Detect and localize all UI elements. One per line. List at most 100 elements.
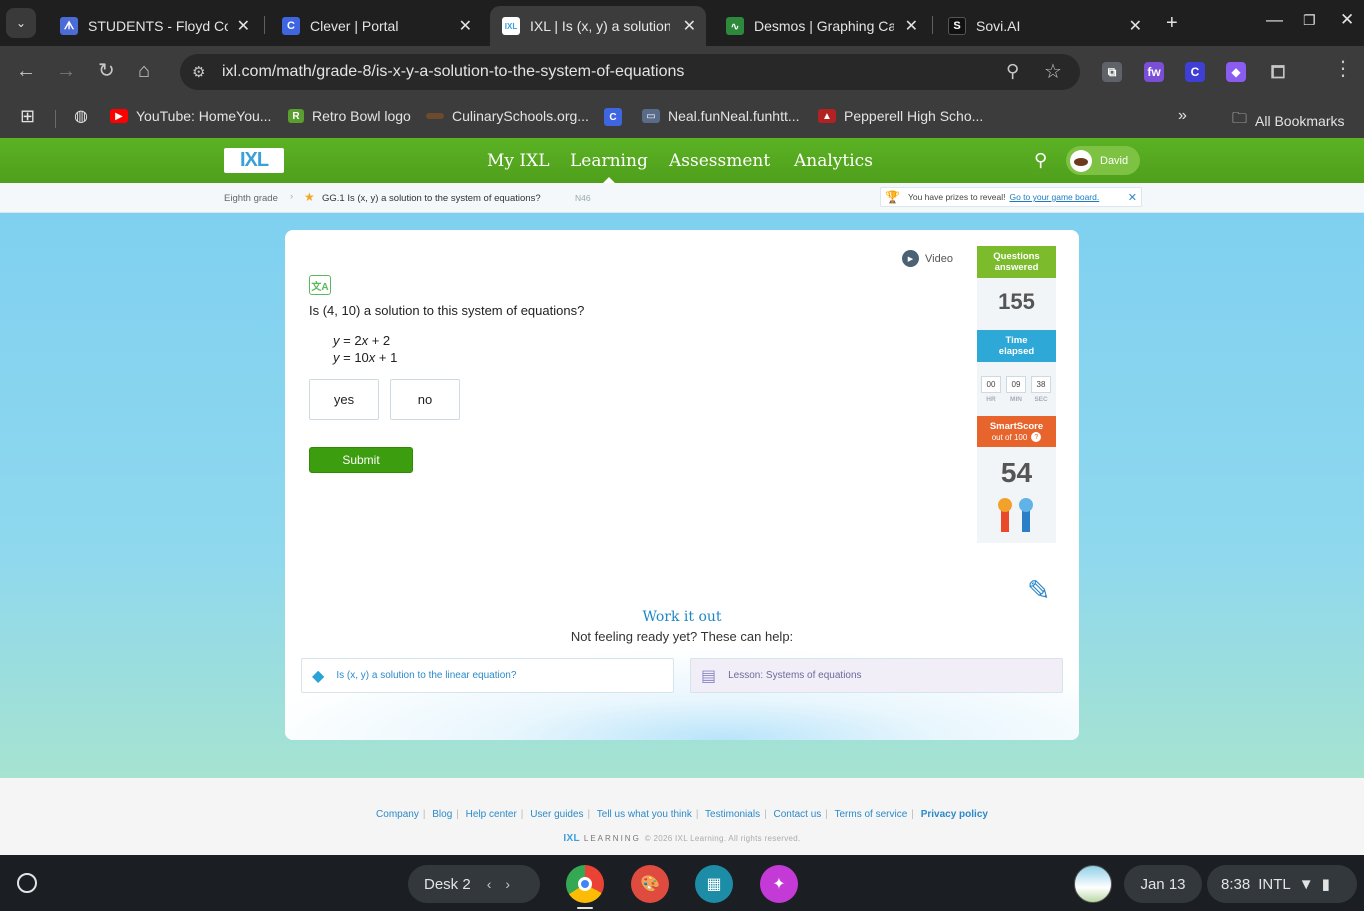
video-button[interactable]: ▶ Video — [902, 250, 953, 267]
address-bar[interactable]: ⚙ ixl.com/math/grade-8/is-x-y-a-solution… — [180, 54, 1080, 90]
url-text[interactable]: ixl.com/math/grade-8/is-x-y-a-solution-t… — [222, 63, 684, 81]
equation-variable: x — [361, 333, 369, 348]
user-name: David — [1100, 154, 1129, 167]
user-menu[interactable]: David — [1066, 146, 1140, 175]
clever-icon: C — [604, 108, 622, 126]
help-link-label: Lesson: Systems of equations — [728, 670, 862, 681]
footer-link[interactable]: Company — [376, 809, 419, 820]
translate-icon[interactable]: 文A — [309, 275, 331, 295]
all-bookmarks-button[interactable]: 🗀 All Bookmarks — [1232, 108, 1344, 133]
tab-students[interactable]: ᗑ STUDENTS - Floyd Cou ✕ — [48, 6, 260, 46]
submit-button[interactable]: Submit — [309, 447, 413, 473]
tab-clever[interactable]: C Clever | Portal ✕ — [270, 6, 482, 46]
restore-button[interactable]: ❐ — [1303, 12, 1316, 29]
close-icon[interactable]: ✕ — [1128, 191, 1137, 204]
chevron-right-icon: › — [290, 191, 294, 202]
footer-separator: | — [520, 809, 524, 820]
footer-link[interactable]: Tell us what you think — [597, 809, 692, 820]
help-icon[interactable]: ? — [1031, 432, 1042, 442]
back-icon[interactable]: ← — [16, 60, 36, 82]
breadcrumb-skill: GG.1 Is (x, y) a solution to the system … — [322, 193, 541, 204]
close-icon[interactable]: ✕ — [459, 16, 472, 36]
tab-title: Desmos | Graphing Cal — [754, 18, 894, 34]
bookmark-star-icon[interactable]: ☆ — [1044, 59, 1062, 84]
profile-avatar[interactable] — [1074, 865, 1112, 903]
site-info-icon[interactable]: ⚙ — [192, 63, 205, 81]
bookmark-neal-fun[interactable]: ▭ Neal.funNeal.funhtt... — [642, 108, 800, 124]
equation-coefficient: 2 — [354, 333, 362, 348]
close-icon[interactable]: ✕ — [683, 16, 696, 36]
sparkle-app-icon[interactable]: ✦ — [760, 865, 798, 903]
chevron-double-right-icon[interactable]: » — [1178, 107, 1187, 125]
answer-no-button[interactable]: no — [390, 379, 460, 420]
footer-link-privacy[interactable]: Privacy policy — [921, 809, 988, 820]
extension-icon[interactable]: fw — [1144, 62, 1164, 82]
bookmark-label: Neal.funNeal.funhtt... — [668, 108, 800, 124]
chrome-icon[interactable] — [566, 865, 604, 903]
footer-link[interactable]: Help center — [466, 809, 517, 820]
new-tab-button[interactable]: + — [1166, 12, 1178, 35]
nav-my-ixl[interactable]: My IXL — [487, 151, 550, 171]
game-board-link[interactable]: Go to your game board. — [1009, 192, 1099, 202]
breadcrumb-grade[interactable]: Eighth grade — [224, 193, 278, 204]
bookmark-youtube[interactable]: ▶ YouTube: HomeYou... — [110, 108, 271, 124]
globe-icon[interactable]: ◍ — [74, 106, 88, 126]
trophy-icon: 🏆 — [885, 190, 900, 204]
tab-ixl[interactable]: IXL IXL | Is (x, y) a solution ✕ — [490, 6, 706, 46]
forward-icon[interactable]: → — [56, 60, 76, 82]
work-it-out-heading: Work it out — [642, 609, 722, 625]
tab-sovi[interactable]: S Sovi.AI ✕ — [936, 6, 1152, 46]
footer-link[interactable]: User guides — [530, 809, 583, 820]
more-menu-icon[interactable]: ⋮ — [1333, 58, 1353, 80]
reload-icon[interactable]: ↻ — [98, 60, 115, 82]
star-icon[interactable]: ★ — [304, 190, 315, 204]
close-window-button[interactable]: ✕ — [1340, 10, 1354, 30]
pencil-icon[interactable]: ✎ — [1027, 574, 1050, 607]
extension-icon[interactable]: ⧉ — [1102, 62, 1122, 82]
footer-link[interactable]: Blog — [432, 809, 452, 820]
stat-label: SmartScore — [989, 420, 1044, 432]
help-link-linear-equation[interactable]: ◆ Is (x, y) a solution to the linear equ… — [301, 658, 674, 693]
status-tray[interactable]: 8:38 INTL ▼ ▮ — [1207, 865, 1357, 903]
launcher-icon[interactable] — [17, 873, 37, 893]
chrome-center — [578, 877, 592, 891]
chevron-right-icon[interactable]: › — [505, 876, 510, 892]
bookmark-clever[interactable]: C — [604, 108, 630, 126]
time-elapsed-header: Time elapsed — [977, 330, 1056, 362]
footer-link[interactable]: Testimonials — [705, 809, 760, 820]
help-link-lesson[interactable]: ▤ Lesson: Systems of equations — [690, 658, 1063, 693]
close-icon[interactable]: ✕ — [1129, 16, 1142, 36]
close-icon[interactable]: ✕ — [905, 16, 918, 36]
puzzle-icon[interactable]: ⧠ — [1268, 62, 1288, 82]
footer-link[interactable]: Contact us — [773, 809, 821, 820]
tab-search-button[interactable]: ⌄ — [6, 8, 36, 38]
minimize-button[interactable]: — — [1266, 10, 1283, 30]
chevron-left-icon[interactable]: ‹ — [487, 876, 492, 892]
classroom-icon[interactable]: ▦ — [695, 865, 733, 903]
timer-unit: HR — [986, 396, 996, 403]
apps-grid-icon[interactable]: ⊞ — [20, 106, 35, 127]
desk-switcher[interactable]: Desk 2 ‹ › — [408, 865, 540, 903]
nav-learning[interactable]: Learning — [570, 151, 648, 183]
nav-assessment[interactable]: Assessment — [669, 151, 770, 171]
nav-analytics[interactable]: Analytics — [794, 151, 873, 171]
answer-yes-button[interactable]: yes — [309, 379, 379, 420]
bookmark-culinary[interactable]: CulinarySchools.org... — [426, 108, 589, 124]
timer-minutes: 09 — [1006, 376, 1026, 393]
search-icon[interactable]: ⚲ — [1034, 150, 1047, 171]
close-icon[interactable]: ✕ — [237, 16, 250, 36]
ixl-logo[interactable]: IXL — [224, 148, 284, 173]
zoom-icon[interactable]: ⚲ — [1006, 61, 1019, 82]
extension-icon[interactable]: ◆ — [1226, 62, 1246, 82]
bookmark-retro-bowl[interactable]: R Retro Bowl logo — [288, 108, 411, 124]
home-icon[interactable]: ⌂ — [138, 60, 150, 82]
tab-desmos[interactable]: ∿ Desmos | Graphing Cal ✕ — [714, 6, 928, 46]
bookmark-pepperell[interactable]: ▲ Pepperell High Scho... — [818, 108, 983, 124]
date-display[interactable]: Jan 13 — [1124, 865, 1202, 903]
clever-extension-icon[interactable]: C — [1185, 62, 1205, 82]
equation-coefficient: 10 — [354, 350, 369, 365]
paint-palette-icon[interactable]: 🎨 — [631, 865, 669, 903]
desmos-icon: ∿ — [726, 17, 744, 35]
question-card: ▶ Video 文A Is (4, 10) a solution to this… — [285, 230, 1079, 740]
footer-link[interactable]: Terms of service — [835, 809, 908, 820]
